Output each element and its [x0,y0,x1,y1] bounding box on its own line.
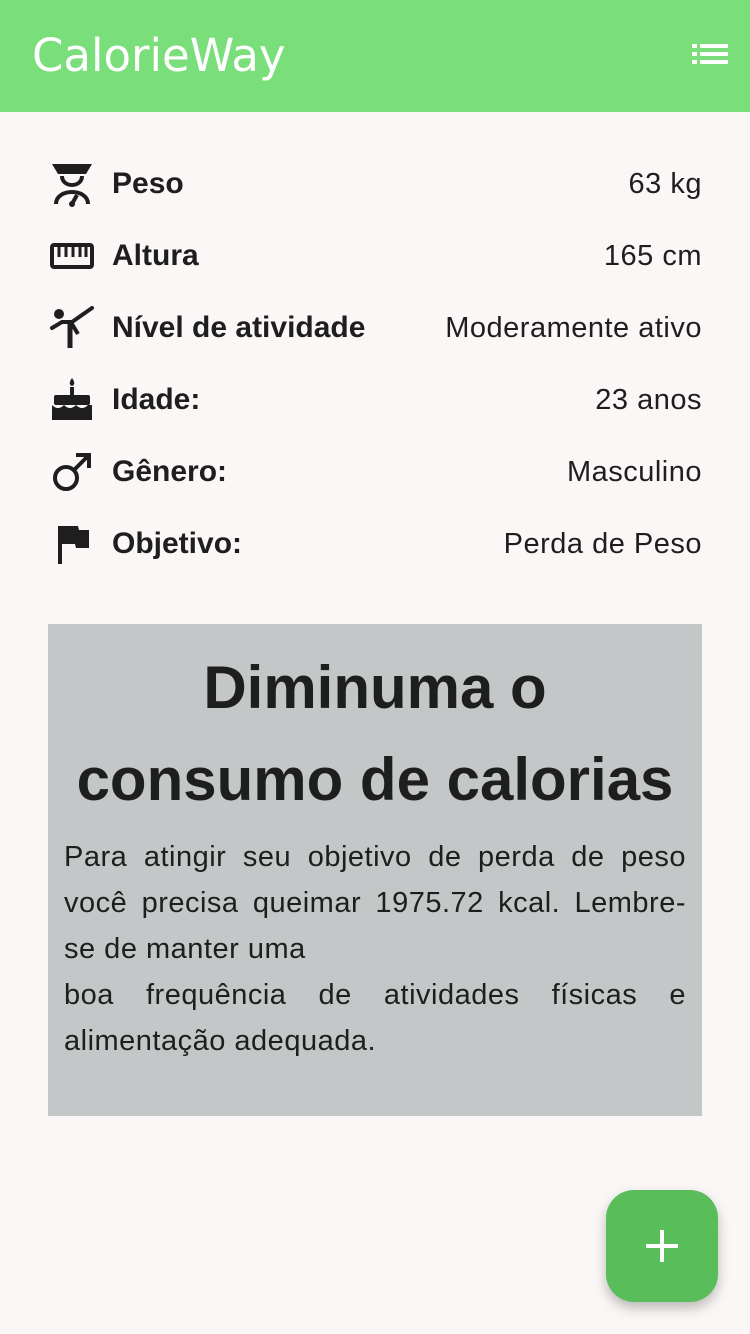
age-value: 23 anos [595,384,702,416]
recommendation-text-part2: boa frequência de atividades físicas e a… [64,979,686,1057]
flag-icon [48,520,96,568]
app-bar: CalorieWay [0,0,750,112]
plus-icon [646,1230,678,1262]
menu-button[interactable] [686,34,734,78]
gender-value: Masculino [566,456,702,488]
goal-row: Objetivo: Perda de Peso [48,508,702,580]
list-icon [692,44,728,64]
activity-icon [48,304,96,352]
weight-value: 63 kg [628,168,702,200]
ruler-icon [48,232,96,280]
recommendation-text: Para atingir seu objetivo de perda de pe… [64,834,686,1064]
age-label: Idade: [112,383,201,416]
goal-value: Perda de Peso [503,528,702,560]
age-row: Idade: 23 anos [48,364,702,436]
height-value: 165 cm [603,240,702,272]
recommendation-card: Diminuma o consumo de calorias Para atin… [48,624,702,1116]
height-label: Altura [112,239,199,272]
height-row: Altura 165 cm [48,220,702,292]
weight-row: Peso 63 kg [48,148,702,220]
cake-icon [48,376,96,424]
activity-level-label: Nível de atividade [112,311,366,344]
male-icon [48,448,96,496]
gender-label: Gênero: [112,455,228,488]
recommendation-text-part1: Para atingir seu objetivo de perda de pe… [64,841,686,965]
add-button[interactable] [606,1190,718,1302]
app-title: CalorieWay [32,29,286,82]
goal-label: Objetivo: [112,527,243,560]
gender-row: Gênero: Masculino [48,436,702,508]
activity-level-value: Moderamente ativo [445,312,702,344]
weight-label: Peso [112,167,184,200]
activity-level-row: Nível de atividade Moderamente ativo [48,292,702,364]
scale-icon [48,160,96,208]
profile-info-list: Peso 63 kg Altura 165 cm Nível de ativid… [48,148,702,580]
recommendation-title: Diminuma o consumo de calorias [76,654,674,813]
